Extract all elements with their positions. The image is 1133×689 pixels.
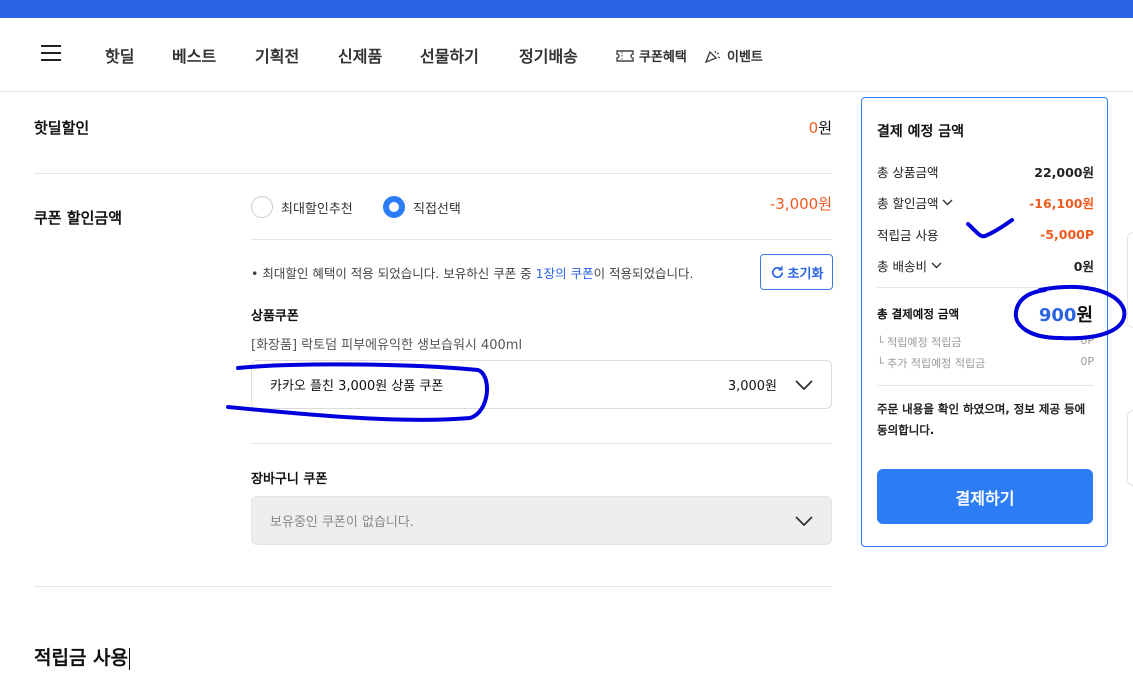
cart-coupon-placeholder: 보유중인 쿠폰이 없습니다. bbox=[270, 515, 414, 530]
coupon-notice-post: 이 적용되었습니다. bbox=[593, 266, 694, 281]
divider bbox=[877, 385, 1094, 386]
coupon-notice-link[interactable]: 1장의 쿠폰 bbox=[536, 266, 594, 281]
nav-new-products[interactable]: 신제품 bbox=[338, 43, 382, 67]
hotdeal-label: 핫딜할인 bbox=[34, 119, 90, 137]
summary-row-value: 22,000원 bbox=[1034, 165, 1094, 180]
summary-row-value: 0원 bbox=[1073, 259, 1094, 274]
points-section-title: 적립금 사용 bbox=[34, 643, 131, 670]
summary-row-value: -16,100원 bbox=[1029, 196, 1094, 211]
product-coupon-title: 상품쿠폰 bbox=[251, 309, 299, 324]
party-popper-icon bbox=[704, 50, 721, 63]
summary-row-label: 총 상품금액 bbox=[877, 165, 939, 180]
radio-direct-select-circle[interactable] bbox=[383, 196, 405, 218]
main-navigation: 핫딜 베스트 기획전 신제품 선물하기 정기배송 쿠폰혜택 이벤트 bbox=[0, 18, 1133, 92]
product-coupon-select[interactable]: 카카오 플친 3,000원 상품 쿠폰 3,000원 bbox=[251, 360, 832, 409]
nav-exhibition[interactable]: 기획전 bbox=[255, 43, 299, 67]
hotdeal-amount-number: 0 bbox=[808, 119, 819, 137]
total-payment-number: 900 bbox=[1038, 305, 1077, 326]
summary-row-points: 적립금 사용 -5,000P bbox=[877, 225, 1094, 244]
chevron-down-icon bbox=[795, 379, 813, 390]
radio-max-discount[interactable]: 최대할인추천 bbox=[251, 196, 353, 218]
coupon-notice-pre: • 최대할인 혜택이 적용 되었습니다. 보유하신 쿠폰 중 bbox=[251, 266, 536, 281]
summary-row-label: 적립금 사용 bbox=[877, 228, 939, 243]
extra-points-value: 0P bbox=[1080, 355, 1094, 368]
coupon-discount-label: 쿠폰 할인금액 bbox=[34, 209, 123, 227]
top-color-bar bbox=[0, 0, 1133, 18]
nav-gift[interactable]: 선물하기 bbox=[420, 43, 479, 67]
expected-points-value: 0P bbox=[1080, 334, 1094, 347]
payment-summary-panel: 결제 예정 금액 총 상품금액 22,000원 총 할인금액 -16,100원 … bbox=[861, 97, 1108, 547]
nav-event-label: 이벤트 bbox=[727, 50, 763, 65]
nav-coupon-benefit[interactable]: 쿠폰혜택 bbox=[616, 46, 687, 65]
summary-row-total-product: 총 상품금액 22,000원 bbox=[877, 162, 1094, 181]
chevron-down-icon bbox=[795, 515, 813, 526]
cart-coupon-select[interactable]: 보유중인 쿠폰이 없습니다. bbox=[251, 496, 832, 545]
radio-max-discount-circle[interactable] bbox=[251, 196, 273, 218]
divider bbox=[34, 173, 832, 174]
summary-row-label: 총 할인금액 bbox=[877, 196, 939, 211]
radio-max-discount-label: 최대할인추천 bbox=[281, 201, 353, 217]
side-tab[interactable] bbox=[1127, 410, 1133, 486]
radio-direct-select-label: 직접선택 bbox=[413, 201, 461, 217]
coupon-discount-amount: -3,000원 bbox=[769, 195, 832, 213]
nav-event[interactable]: 이벤트 bbox=[704, 46, 763, 65]
divider bbox=[251, 443, 832, 444]
nav-best[interactable]: 베스트 bbox=[172, 43, 216, 67]
extra-points-row: └ 추가 적립예정 적립금 0P bbox=[877, 355, 1094, 371]
nav-subscription[interactable]: 정기배송 bbox=[519, 43, 578, 67]
cart-coupon-title: 장바구니 쿠폰 bbox=[251, 472, 328, 487]
pay-button[interactable]: 결제하기 bbox=[877, 469, 1093, 524]
chevron-down-icon[interactable] bbox=[931, 262, 942, 269]
product-name: [화장품] 락토덤 피부에유익한 생보습워시 400ml bbox=[251, 338, 523, 353]
divider bbox=[251, 239, 832, 240]
product-coupon-value: 카카오 플친 3,000원 상품 쿠폰 bbox=[270, 379, 444, 394]
summary-row-shipping[interactable]: 총 배송비 0원 bbox=[877, 256, 1094, 275]
divider bbox=[34, 586, 832, 587]
summary-title: 결제 예정 금액 bbox=[877, 124, 965, 140]
total-payment-value: 900원 bbox=[1039, 301, 1093, 327]
agreement-text: 주문 내용을 확인 하였으며, 정보 제공 등에 동의합니다. bbox=[877, 402, 1086, 437]
summary-row-total-discount[interactable]: 총 할인금액 -16,100원 bbox=[877, 193, 1094, 212]
nav-coupon-benefit-label: 쿠폰혜택 bbox=[639, 50, 687, 65]
product-coupon-amount: 3,000원 bbox=[727, 379, 777, 394]
divider bbox=[877, 287, 1094, 288]
ticket-icon bbox=[616, 49, 634, 62]
expected-points-row: └ 적립예정 적립금 0P bbox=[877, 334, 1094, 350]
hotdeal-amount-unit: 원 bbox=[818, 119, 832, 137]
points-section-title-text: 적립금 사용 bbox=[34, 647, 129, 669]
reset-button-label: 초기화 bbox=[787, 266, 824, 282]
refresh-icon bbox=[771, 265, 783, 278]
extra-points-label: └ 추가 적립예정 적립금 bbox=[877, 357, 986, 370]
reset-button[interactable]: 초기화 bbox=[760, 254, 833, 290]
text-caret bbox=[129, 647, 131, 670]
hotdeal-amount: 0원 bbox=[809, 117, 832, 138]
nav-hotdeal[interactable]: 핫딜 bbox=[105, 43, 134, 67]
summary-row-value: -5,000P bbox=[1040, 227, 1094, 242]
expected-points-label: └ 적립예정 적립금 bbox=[877, 336, 962, 349]
side-tab[interactable] bbox=[1127, 232, 1133, 328]
total-payment-label: 총 결제예정 금액 bbox=[877, 307, 960, 321]
coupon-notice: • 최대할인 혜택이 적용 되었습니다. 보유하신 쿠폰 중 1장의 쿠폰이 적… bbox=[251, 263, 694, 282]
chevron-down-icon[interactable] bbox=[942, 199, 953, 206]
radio-direct-select[interactable]: 직접선택 bbox=[383, 196, 461, 218]
total-payment-unit: 원 bbox=[1076, 305, 1093, 326]
menu-icon[interactable] bbox=[41, 45, 61, 61]
summary-row-label: 총 배송비 bbox=[877, 259, 927, 274]
